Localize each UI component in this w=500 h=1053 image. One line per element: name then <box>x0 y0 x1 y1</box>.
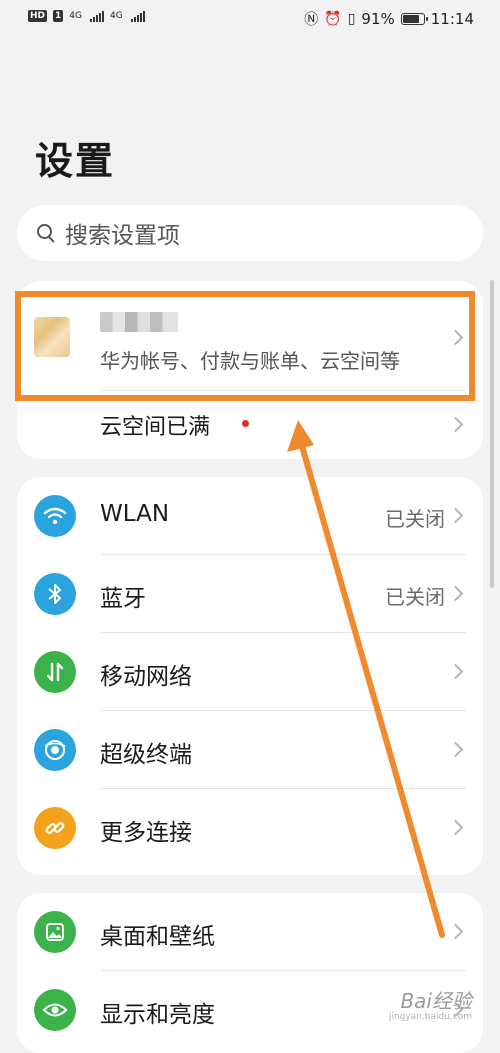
display-card: 桌面和壁纸 显示和亮度 <box>17 893 483 1053</box>
account-name-blurred <box>100 312 178 332</box>
status-left: HD 1 4G 4G <box>28 10 145 22</box>
wallpaper-icon <box>34 911 76 953</box>
chevron-right-icon <box>447 329 464 346</box>
mobile-data-icon <box>34 651 76 693</box>
display-brightness-label: 显示和亮度 <box>100 1002 215 1028</box>
status-bar: HD 1 4G 4G Ⓝ ⏰ ▯ 91% 11:14 <box>0 0 500 36</box>
account-subtitle: 华为帐号、付款与账单、云空间等 <box>100 349 400 373</box>
alarm-icon: ⏰ <box>324 11 342 27</box>
chevron-right-icon <box>447 585 464 602</box>
battery-icon <box>400 13 428 25</box>
account-card: 华为帐号、付款与账单、云空间等 云空间已满 <box>17 281 483 459</box>
wlan-status: 已关闭 <box>385 507 445 531</box>
chevron-right-icon <box>447 663 464 680</box>
battery-percent: 91% <box>361 10 395 28</box>
more-connections-row[interactable]: 更多连接 <box>17 789 483 867</box>
wallpaper-label: 桌面和壁纸 <box>100 924 215 950</box>
cloud-storage-label: 云空间已满 <box>100 415 211 440</box>
link-icon <box>34 807 76 849</box>
signal-icon-2 <box>130 10 145 22</box>
wallpaper-row[interactable]: 桌面和壁纸 <box>17 893 483 971</box>
eye-icon <box>34 989 76 1031</box>
watermark: Bai经验 <box>400 989 472 1013</box>
chevron-right-icon <box>447 819 464 836</box>
notification-dot <box>242 420 249 427</box>
vibrate-icon: ▯ <box>347 11 356 27</box>
mobile-network-row[interactable]: 移动网络 <box>17 633 483 711</box>
hd-badge: HD <box>28 10 48 22</box>
wlan-row[interactable]: WLAN 已关闭 <box>17 477 483 555</box>
search-placeholder: 搜索设置项 <box>65 223 180 249</box>
sim-badge: 1 <box>53 10 64 22</box>
signal-icon <box>89 10 104 22</box>
wifi-icon <box>34 495 76 537</box>
chevron-right-icon <box>447 416 464 433</box>
nfc-icon: Ⓝ <box>304 12 319 28</box>
avatar <box>34 317 70 357</box>
super-device-label: 超级终端 <box>100 742 192 768</box>
scrollbar[interactable] <box>490 280 494 588</box>
status-right: Ⓝ ⏰ ▯ 91% 11:14 <box>304 9 474 29</box>
more-connections-label: 更多连接 <box>100 820 192 846</box>
bluetooth-label: 蓝牙 <box>100 586 146 612</box>
super-device-row[interactable]: 超级终端 <box>17 711 483 789</box>
bluetooth-status: 已关闭 <box>385 585 445 609</box>
network-type-1: 4G <box>69 11 82 21</box>
page-title: 设置 <box>35 139 116 183</box>
wlan-label: WLAN <box>100 501 170 527</box>
chevron-right-icon <box>447 741 464 758</box>
mobile-network-label: 移动网络 <box>100 664 192 690</box>
clock: 11:14 <box>430 10 474 28</box>
super-device-icon <box>34 729 76 771</box>
network-type-2: 4G <box>109 11 123 21</box>
bluetooth-icon <box>34 573 76 615</box>
search-icon <box>35 222 57 244</box>
cloud-storage-row[interactable]: 云空间已满 <box>17 391 483 459</box>
account-row[interactable]: 华为帐号、付款与账单、云空间等 <box>17 281 483 391</box>
bluetooth-row[interactable]: 蓝牙 已关闭 <box>17 555 483 633</box>
watermark-url: jingyan.baidu.com <box>388 1012 472 1022</box>
search-bar[interactable]: 搜索设置项 <box>17 205 483 261</box>
chevron-right-icon <box>447 507 464 524</box>
connections-card: WLAN 已关闭 蓝牙 已关闭 移动网络 超级终端 更多连接 <box>17 477 483 875</box>
chevron-right-icon <box>447 923 464 940</box>
